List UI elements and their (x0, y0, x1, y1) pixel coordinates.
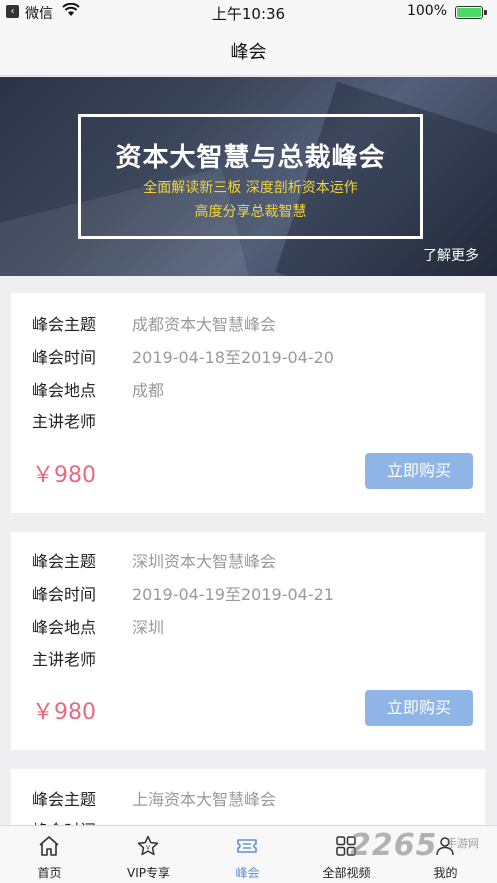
buy-now-button[interactable]: 立即购买 (365, 690, 473, 726)
time-label: 峰会时间 (32, 348, 97, 367)
banner-subtitle: 高度分享总裁智慧 (194, 204, 307, 220)
learn-more-link[interactable]: 了解更多 (423, 245, 479, 265)
teacher-label: 主讲老师 (32, 650, 97, 669)
tab-label: 我的 (433, 866, 458, 880)
buy-now-button[interactable]: 立即购买 (365, 453, 473, 489)
topic-value: 深圳资本大智慧峰会 (132, 552, 277, 571)
summit-card[interactable]: 峰会主题 成都资本大智慧峰会 峰会时间 2019-04-18至2019-04-2… (11, 293, 485, 513)
status-bar: ‹ 微信 上午10:36 100% (0, 0, 497, 24)
summit-banner[interactable]: 资本大智慧与总裁峰会 全面解读新三板 深度剖析资本运作 高度分享总裁智慧 了解更… (0, 77, 497, 276)
time-value: 2019-04-19至2019-04-21 (132, 585, 334, 604)
time-label: 峰会时间 (32, 585, 97, 604)
battery-cap (484, 10, 487, 15)
battery-percent: 100% (406, 3, 447, 19)
watermark-text: 手游网 (446, 837, 479, 850)
battery-icon (455, 6, 483, 19)
price: ￥980 (32, 700, 96, 725)
svg-text:V: V (146, 845, 151, 852)
topic-value: 成都资本大智慧峰会 (132, 315, 277, 334)
tab-label: 首页 (37, 866, 62, 880)
place-value: 成都 (132, 381, 165, 400)
tab-summit[interactable]: 峰会 (198, 826, 297, 883)
tab-label: 全部视频 (322, 866, 371, 880)
summit-card[interactable]: 峰会主题 深圳资本大智慧峰会 峰会时间 2019-04-19至2019-04-2… (11, 532, 485, 750)
home-icon (39, 836, 59, 856)
tab-home[interactable]: 首页 (0, 826, 99, 883)
tab-vip[interactable]: V VIP专享 (99, 826, 198, 883)
banner-title: 资本大智慧与总裁峰会 (115, 143, 386, 173)
place-value: 深圳 (132, 618, 165, 637)
teacher-label: 主讲老师 (32, 412, 97, 431)
price: ￥980 (32, 463, 96, 488)
watermark-logo: 2265 (350, 828, 438, 863)
place-label: 峰会地点 (32, 618, 97, 637)
banner-subtitle: 全面解读新三板 深度剖析资本运作 (143, 180, 358, 196)
star-icon: V (137, 835, 159, 856)
tab-label: 峰会 (235, 866, 260, 880)
topic-label: 峰会主题 (32, 552, 97, 571)
place-label: 峰会地点 (32, 381, 97, 400)
nav-bar: 峰会 (0, 24, 497, 76)
ticket-icon (237, 839, 257, 853)
time-value: 2019-04-18至2019-04-20 (132, 348, 334, 367)
topic-label: 峰会主题 (32, 790, 97, 809)
topic-value: 上海资本大智慧峰会 (132, 790, 277, 809)
page-title: 峰会 (230, 42, 267, 63)
tab-label: VIP专享 (127, 866, 170, 880)
topic-label: 峰会主题 (32, 315, 97, 334)
